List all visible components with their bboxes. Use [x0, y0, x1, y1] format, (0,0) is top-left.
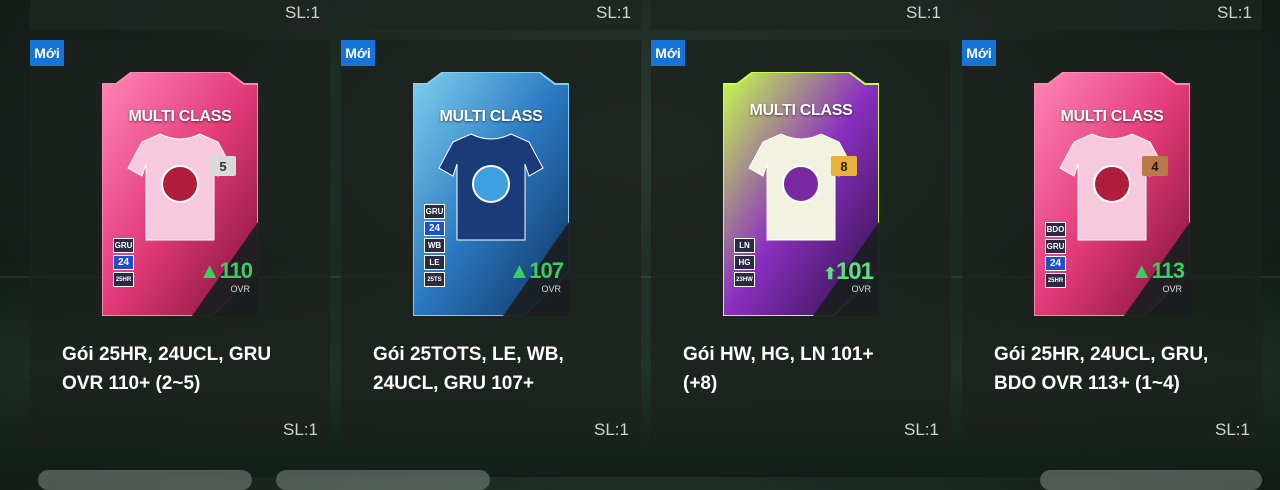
- pack-name: Gói 25HR, 24UCL, GRU OVR 110+ (2~5): [62, 344, 272, 394]
- quantity-label: SL:1: [594, 420, 629, 439]
- class-tag: GRU: [424, 204, 445, 219]
- class-tag: GRU: [113, 238, 134, 253]
- new-badge: Mới: [341, 40, 375, 66]
- class-tag: 25HR: [1045, 273, 1066, 288]
- up-circle-icon: ⬆: [823, 266, 837, 283]
- class-tag: 25TS: [424, 272, 445, 287]
- up-arrow-icon: ▲: [508, 258, 531, 283]
- class-tag: HG: [734, 255, 755, 270]
- ovr-label: OVR: [1162, 284, 1182, 294]
- class-tag: BDO: [1045, 222, 1066, 237]
- quantity-label: SL:1: [285, 3, 320, 22]
- pack-card[interactable]: Mới MULTI CLASS 5 GRU 24 25HR ▲110 OVR G…: [30, 40, 330, 448]
- class-tags: BDO GRU 24 25HR: [1045, 222, 1066, 288]
- class-tags: LN HG 23HW: [734, 238, 755, 287]
- quantity-label: SL:1: [904, 420, 939, 439]
- new-badge: Mới: [651, 40, 685, 66]
- up-arrow-icon: ▲: [1130, 258, 1153, 283]
- ovr-label: OVR: [230, 284, 250, 294]
- quantity-label: SL:1: [1217, 3, 1252, 22]
- pack-image: MULTI CLASS GRU 24 WB LE 25TS ▲107 OVR: [413, 72, 569, 316]
- pack-title: MULTI CLASS: [128, 108, 232, 125]
- top-card-strip[interactable]: SL:1: [651, 0, 951, 30]
- class-tag: 24: [113, 255, 134, 270]
- crest-shape: [1093, 165, 1131, 203]
- pack-name: Gói 25HR, 24UCL, GRU, BDO OVR 113+ (1~4): [994, 344, 1209, 394]
- pack-card[interactable]: Mới MULTI CLASS 4 BDO GRU 24 25HR ▲113 O…: [962, 40, 1262, 448]
- class-tags: GRU 24 WB LE 25TS: [424, 204, 445, 287]
- ovr-value: ▲113: [1130, 258, 1185, 283]
- ovr-value: ▲110: [198, 258, 253, 283]
- quantity-label: SL:1: [1215, 420, 1250, 439]
- crest-shape: [472, 165, 510, 203]
- class-tag: LN: [734, 238, 755, 253]
- pack-image: MULTI CLASS 4 BDO GRU 24 25HR ▲113 OVR: [1034, 72, 1190, 316]
- pack-name: Gói 25TOTS, LE, WB, 24UCL, GRU 107+: [373, 344, 564, 394]
- class-tag: WB: [424, 238, 445, 253]
- class-tag: GRU: [1045, 239, 1066, 254]
- level-badge: 8: [831, 156, 857, 176]
- ovr-value: ▲107: [508, 258, 564, 283]
- quantity-label: SL:1: [283, 420, 318, 439]
- level-badge: 4: [1142, 156, 1168, 176]
- class-tags: GRU 24 25HR: [113, 238, 134, 287]
- class-tag: 24: [1045, 256, 1066, 271]
- crest-shape: [161, 165, 199, 203]
- new-badge: Mới: [30, 40, 64, 66]
- pack-title: MULTI CLASS: [749, 102, 853, 119]
- bottom-button[interactable]: [276, 470, 490, 490]
- class-tag: LE: [424, 255, 445, 270]
- pack-image: MULTI CLASS 8 LN HG 23HW ⬆101 OVR: [723, 72, 879, 316]
- top-card-strip[interactable]: SL:1: [30, 0, 330, 30]
- level-badge: 5: [210, 156, 236, 176]
- class-tag: 24: [424, 221, 445, 236]
- ovr-label: OVR: [851, 284, 871, 294]
- pack-card[interactable]: Mới MULTI CLASS GRU 24 WB LE 25TS ▲107 O…: [341, 40, 641, 448]
- top-card-strip[interactable]: SL:1: [341, 0, 641, 30]
- pack-card[interactable]: Mới MULTI CLASS 8 LN HG 23HW ⬆101 OVR Gó…: [651, 40, 951, 448]
- class-tag: 25HR: [113, 272, 134, 287]
- pack-image: MULTI CLASS 5 GRU 24 25HR ▲110 OVR: [102, 72, 258, 316]
- pack-title: MULTI CLASS: [1060, 108, 1164, 125]
- class-tag: 23HW: [734, 272, 755, 287]
- quantity-label: SL:1: [596, 3, 631, 22]
- up-arrow-icon: ▲: [198, 258, 221, 283]
- new-badge: Mới: [962, 40, 996, 66]
- pack-title: MULTI CLASS: [439, 108, 543, 125]
- ovr-label: OVR: [541, 284, 561, 294]
- pack-name: Gói HW, HG, LN 101+ (+8): [683, 344, 874, 394]
- top-card-strip[interactable]: SL:1: [962, 0, 1262, 30]
- ovr-value: ⬆101: [823, 258, 874, 285]
- bottom-button[interactable]: [38, 470, 252, 490]
- bottom-button[interactable]: [1040, 470, 1262, 490]
- quantity-label: SL:1: [906, 3, 941, 22]
- crest-shape: [782, 165, 820, 203]
